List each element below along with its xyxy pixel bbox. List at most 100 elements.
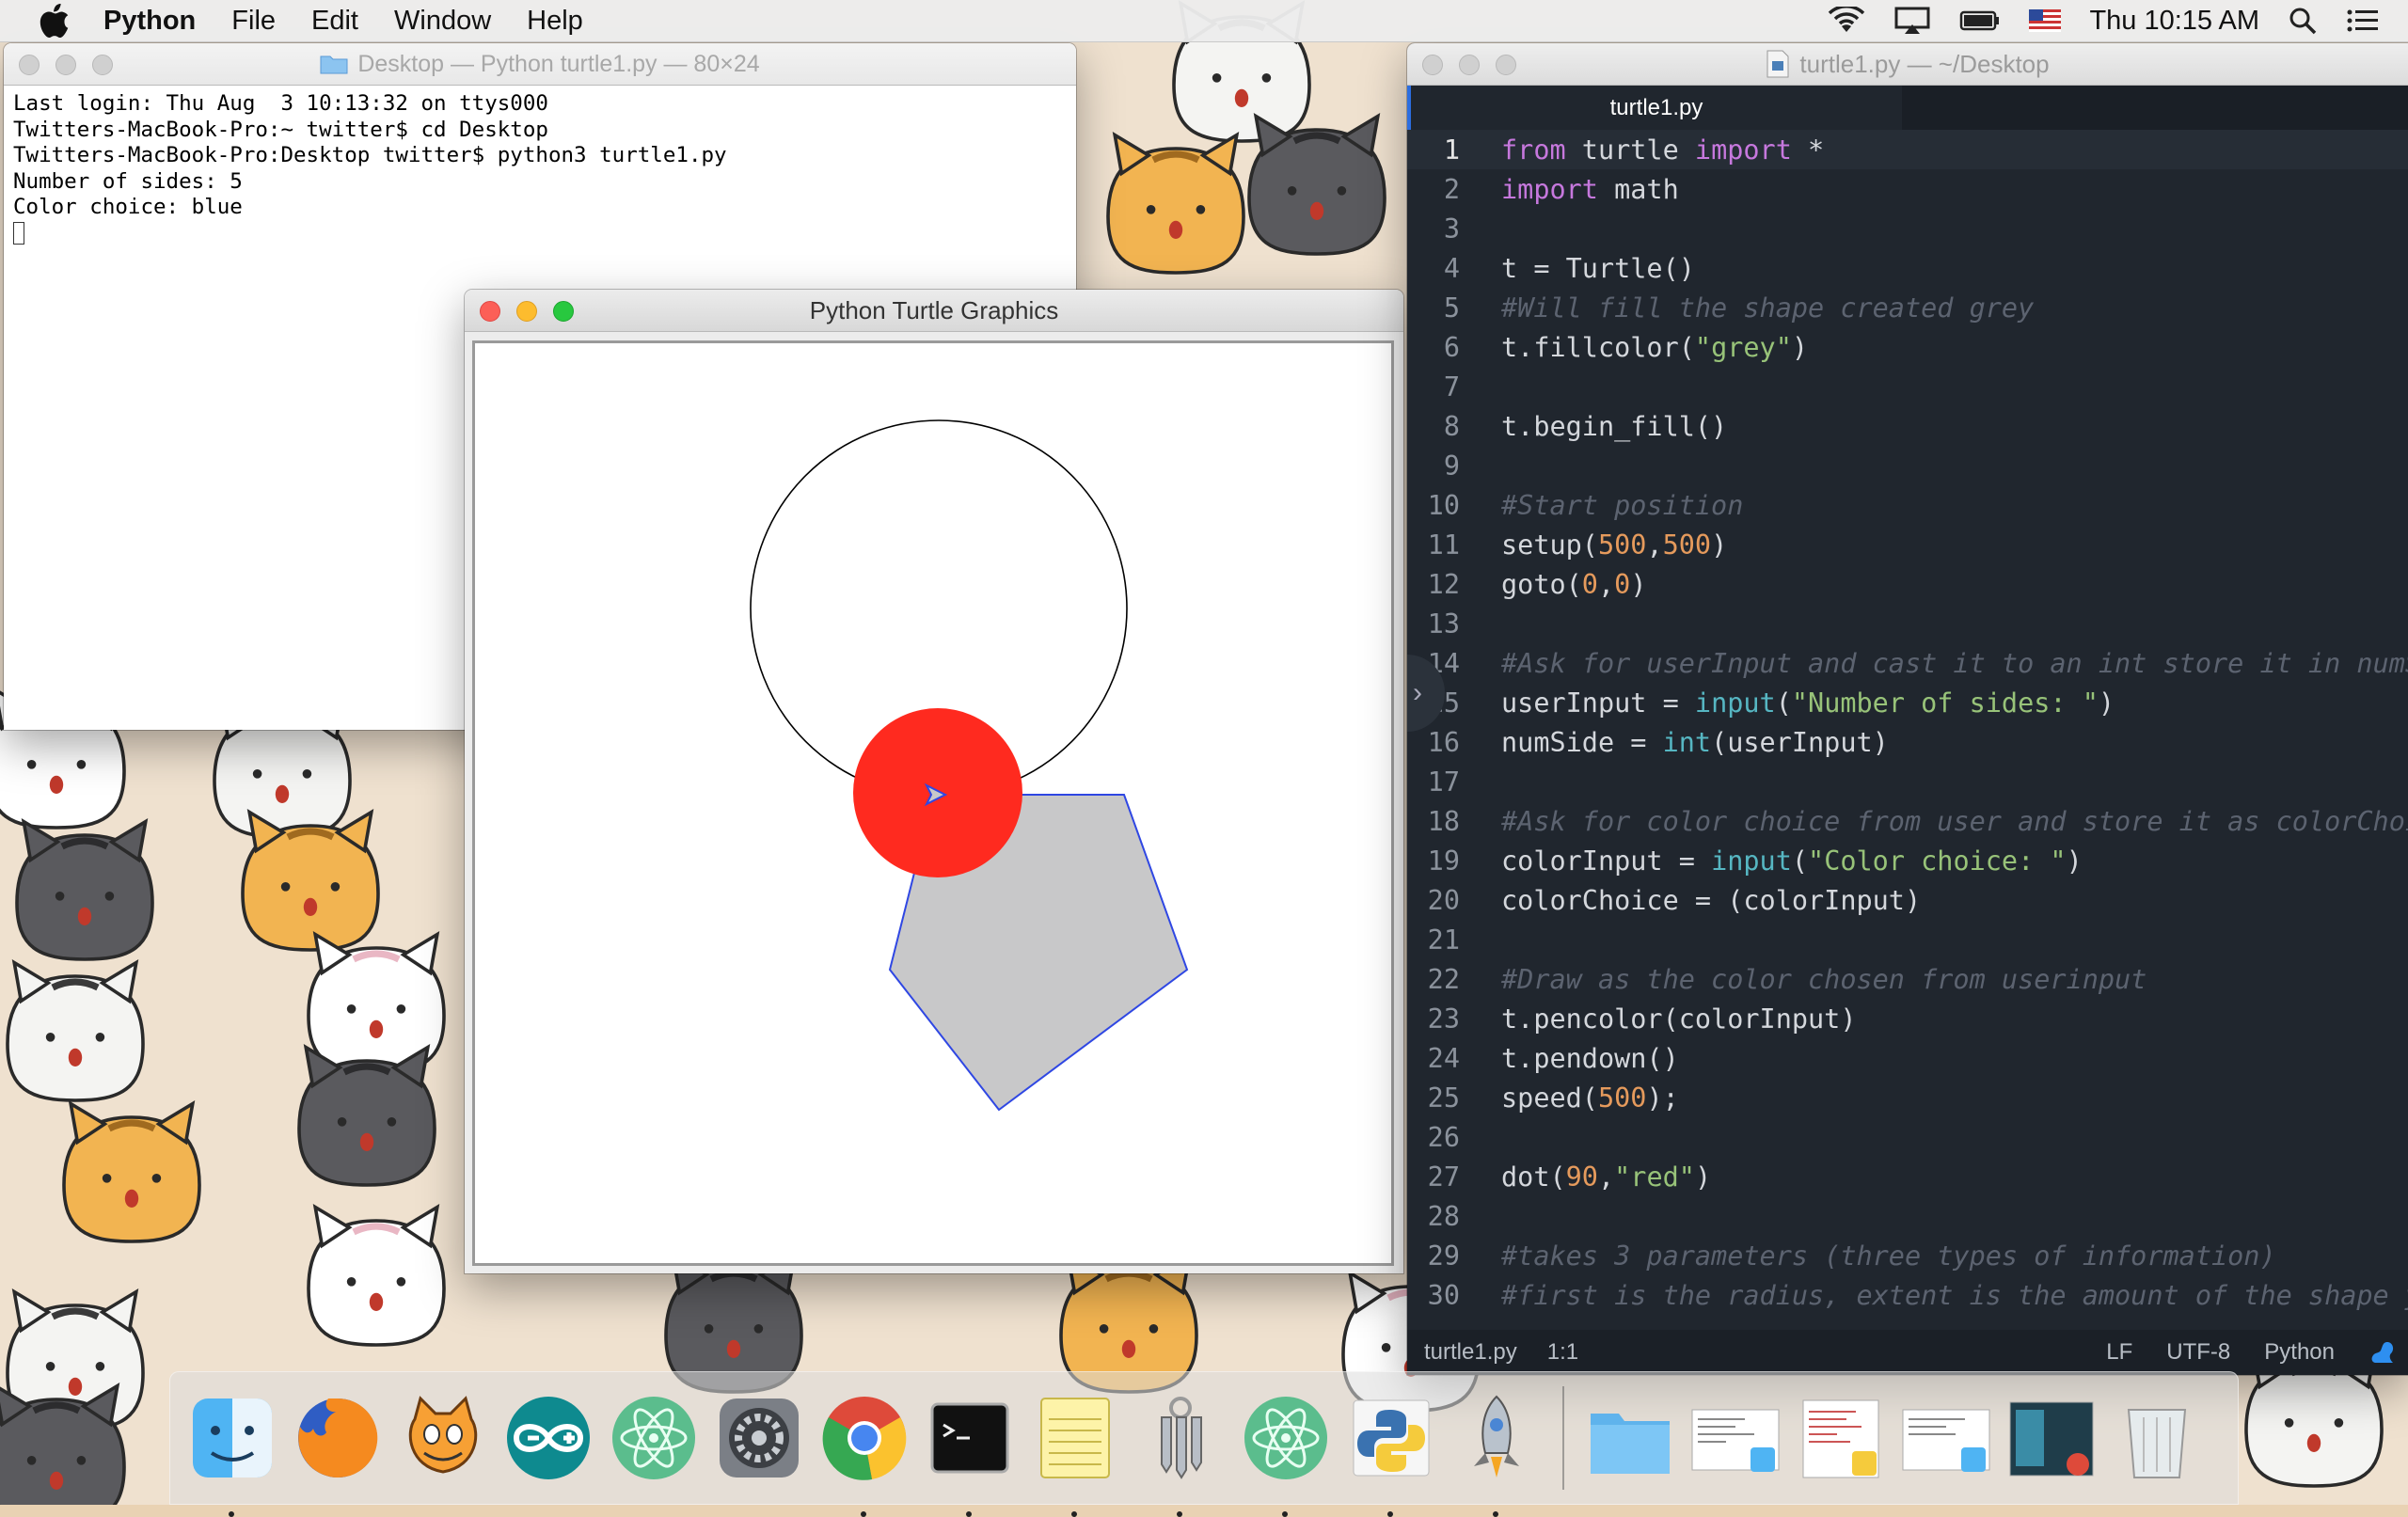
- code-line[interactable]: 23 t.pencolor(colorInput): [1407, 999, 2408, 1038]
- editor-window[interactable]: turtle1.py — ~/Desktop turtle1.py 1 from …: [1407, 43, 2408, 1375]
- turtle-titlebar[interactable]: Python Turtle Graphics: [465, 290, 1403, 332]
- zoom-button[interactable]: [1496, 55, 1516, 75]
- code-token: t.fillcolor(: [1501, 331, 1695, 363]
- code-line[interactable]: 16 numSide = int (userInput): [1407, 722, 2408, 762]
- dock-item-document-thumbnail-4[interactable]: [2004, 1391, 2099, 1485]
- tab-turtle1[interactable]: turtle1.py: [1411, 86, 1902, 131]
- code-line[interactable]: 18 #Ask for color choice from user and st…: [1407, 801, 2408, 841]
- atom-icon: [612, 1397, 695, 1479]
- code-token: (: [1791, 845, 1809, 877]
- code-line[interactable]: 13: [1407, 604, 2408, 643]
- turtle-graphics-window[interactable]: Python Turtle Graphics: [465, 290, 1403, 1273]
- dock-item-atom-2[interactable]: [1239, 1391, 1333, 1517]
- code-line[interactable]: 7: [1407, 367, 2408, 406]
- window-thumbnail-icon: [2009, 1401, 2094, 1477]
- running-indicator: [966, 1511, 972, 1517]
- menu-file[interactable]: File: [231, 6, 276, 37]
- airplay-icon[interactable]: [1893, 6, 1931, 36]
- dock-separator: [1562, 1386, 1564, 1490]
- turtle-canvas[interactable]: [472, 340, 1394, 1266]
- minimize-button[interactable]: [55, 55, 76, 75]
- line-number: 1: [1443, 134, 1460, 166]
- apple-logo-icon[interactable]: [38, 3, 71, 39]
- terminal-output[interactable]: Last login: Thu Aug 3 10:13:32 on ttys00…: [4, 86, 1076, 252]
- us-flag-icon[interactable]: [2029, 9, 2062, 32]
- close-button[interactable]: [480, 301, 500, 322]
- dock-item-trash[interactable]: [2110, 1391, 2204, 1485]
- wifi-icon[interactable]: [1828, 7, 1865, 35]
- code-line[interactable]: 27 dot(90, "red"): [1407, 1157, 2408, 1196]
- code-line[interactable]: 3: [1407, 209, 2408, 248]
- menu-help[interactable]: Help: [527, 6, 583, 37]
- dock-item-notes[interactable]: [1028, 1391, 1122, 1517]
- dock-item-finder[interactable]: [185, 1391, 279, 1517]
- code-line[interactable]: 15userInput = input("Number of sides: "): [1407, 683, 2408, 722]
- dock-item-python-launcher[interactable]: [1344, 1391, 1438, 1517]
- code-line[interactable]: 20 colorChoice = (colorInput): [1407, 880, 2408, 920]
- dock-item-arduino[interactable]: [501, 1391, 595, 1485]
- code-line[interactable]: 19 colorInput = input("Color choice: "): [1407, 841, 2408, 880]
- squirrel-icon[interactable]: [2368, 1338, 2397, 1367]
- menu-edit[interactable]: Edit: [311, 6, 358, 37]
- code-line[interactable]: 25 speed(500);: [1407, 1078, 2408, 1117]
- terminal-line: Last login: Thu Aug 3 10:13:32 on ttys00…: [13, 91, 548, 116]
- code-token: 500: [1662, 529, 1712, 561]
- dock-item-document-thumbnail-2[interactable]: [1794, 1391, 1888, 1485]
- code-line[interactable]: 17: [1407, 762, 2408, 801]
- dock-item-firefox[interactable]: [291, 1391, 385, 1485]
- code-line[interactable]: 12 goto(0, 0): [1407, 564, 2408, 604]
- minimize-button[interactable]: [516, 301, 537, 322]
- dock-item-terminal[interactable]: [923, 1391, 1017, 1517]
- code-line[interactable]: 24 t.pendown(): [1407, 1038, 2408, 1078]
- status-line-ending[interactable]: LF: [2106, 1339, 2132, 1366]
- dock-item-keychain[interactable]: [1133, 1391, 1228, 1517]
- line-number: 7: [1443, 371, 1460, 403]
- editor-titlebar[interactable]: turtle1.py — ~/Desktop: [1407, 43, 2408, 86]
- status-encoding[interactable]: UTF-8: [2166, 1339, 2230, 1366]
- code-line[interactable]: 2 import math: [1407, 169, 2408, 209]
- code-line[interactable]: 28: [1407, 1196, 2408, 1236]
- dock-item-document-thumbnail-3[interactable]: [1899, 1391, 1993, 1485]
- code-line[interactable]: 21: [1407, 920, 2408, 959]
- code-line[interactable]: 29 #takes 3 parameters (three types of in…: [1407, 1236, 2408, 1275]
- code-line[interactable]: 30 #first is the radius, extent is the am…: [1407, 1275, 2408, 1315]
- close-button[interactable]: [1422, 55, 1443, 75]
- code-line[interactable]: 9: [1407, 446, 2408, 485]
- window-controls: [1422, 55, 1532, 75]
- close-button[interactable]: [19, 55, 40, 75]
- menu-window[interactable]: Window: [394, 6, 491, 37]
- dock-item-folder[interactable]: [1583, 1391, 1677, 1485]
- dock-item-system-preferences[interactable]: [712, 1391, 806, 1485]
- code-line[interactable]: 8 t.begin_fill(): [1407, 406, 2408, 446]
- dock-item-rocket[interactable]: [1450, 1391, 1544, 1517]
- code-line[interactable]: 4 t = Turtle(): [1407, 248, 2408, 288]
- status-syntax[interactable]: Python: [2264, 1339, 2335, 1366]
- code-line[interactable]: 14 #Ask for userInput and cast it to an i…: [1407, 643, 2408, 683]
- code-line[interactable]: 26: [1407, 1117, 2408, 1157]
- code-line[interactable]: 10 #Start position: [1407, 485, 2408, 525]
- terminal-titlebar[interactable]: Desktop — Python turtle1.py — 80×24: [4, 43, 1076, 86]
- code-editor[interactable]: 1 from turtle import * 2 import math 3 4 t = T…: [1407, 130, 2408, 1375]
- dock-item-atom[interactable]: [607, 1391, 701, 1485]
- minimize-button[interactable]: [1459, 55, 1480, 75]
- notification-center-icon[interactable]: [2346, 7, 2380, 35]
- code-line[interactable]: 11 setup(500, 500): [1407, 525, 2408, 564]
- dock-item-scratch[interactable]: [396, 1391, 490, 1485]
- zoom-button[interactable]: [553, 301, 574, 322]
- battery-icon[interactable]: [1959, 9, 2001, 32]
- dock-item-chrome[interactable]: [817, 1391, 911, 1517]
- line-number: 26: [1427, 1121, 1460, 1153]
- spotlight-search-icon[interactable]: [2288, 6, 2318, 36]
- line-number: 16: [1427, 726, 1460, 758]
- code-line[interactable]: 1 from turtle import *: [1407, 130, 2408, 169]
- menu-app-name[interactable]: Python: [103, 6, 196, 37]
- line-number: 13: [1427, 608, 1460, 640]
- code-line[interactable]: 22 #Draw as the color chosen from userinp…: [1407, 959, 2408, 999]
- code-token: #Start position: [1501, 489, 1744, 521]
- code-token: setup(: [1501, 529, 1598, 561]
- zoom-button[interactable]: [92, 55, 113, 75]
- code-line[interactable]: 6 t.fillcolor("grey"): [1407, 327, 2408, 367]
- code-line[interactable]: 5 #Will fill the shape created grey: [1407, 288, 2408, 327]
- menu-clock[interactable]: Thu 10:15 AM: [2089, 6, 2259, 37]
- dock-item-document-thumbnail[interactable]: [1688, 1391, 1782, 1485]
